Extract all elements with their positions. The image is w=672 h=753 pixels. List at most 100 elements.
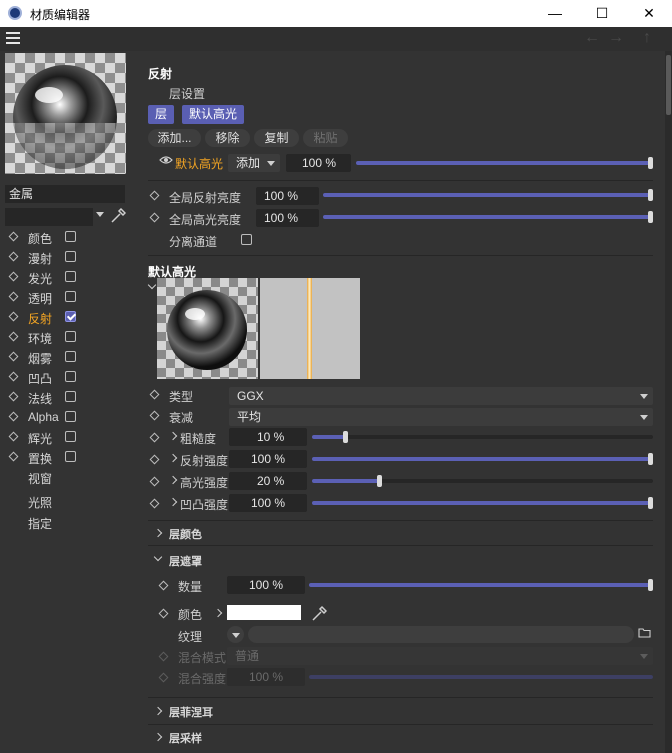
arrow-right-icon[interactable]: → <box>608 29 624 47</box>
keyframe-diamond-icon[interactable] <box>8 371 19 382</box>
keyframe-diamond-icon[interactable] <box>8 411 19 422</box>
chevron-down-icon[interactable] <box>96 212 104 217</box>
channel-label[interactable]: 法线 <box>28 390 52 407</box>
folder-icon[interactable] <box>638 627 651 638</box>
reflection-strength-slider[interactable] <box>312 453 653 465</box>
channel-viewport[interactable]: 视窗 <box>28 470 52 487</box>
arrow-left-icon[interactable]: ← <box>584 29 600 47</box>
global-specular-slider[interactable] <box>323 211 653 223</box>
layer-name[interactable]: 默认高光 <box>175 155 223 172</box>
specular-strength-field[interactable]: 20 % <box>229 472 307 490</box>
keyframe-diamond-icon[interactable] <box>149 498 160 509</box>
section-title-layer-color[interactable]: 层颜色 <box>169 526 202 542</box>
global-specular-field[interactable]: 100 % <box>256 209 319 227</box>
reflection-strength-field[interactable]: 100 % <box>229 450 307 468</box>
layer-opacity-slider[interactable] <box>356 157 653 169</box>
channel-checkbox[interactable] <box>65 231 76 242</box>
keyframe-diamond-icon[interactable] <box>158 608 169 619</box>
channel-item[interactable]: 发光 <box>0 267 135 287</box>
chevron-right-icon[interactable] <box>168 431 178 441</box>
global-reflection-slider[interactable] <box>323 189 653 201</box>
keyframe-diamond-icon[interactable] <box>149 190 160 201</box>
color-swatch[interactable] <box>227 605 301 620</box>
add-layer-button[interactable]: 添加... <box>148 129 201 147</box>
channel-item[interactable]: 烟雾 <box>0 347 135 367</box>
attenuation-select[interactable]: 平均 <box>229 408 653 426</box>
channel-checkbox[interactable] <box>65 371 76 382</box>
keyframe-diamond-icon[interactable] <box>8 231 19 242</box>
channel-label[interactable]: Alpha <box>28 410 59 424</box>
bump-strength-field[interactable]: 100 % <box>229 494 307 512</box>
channel-label[interactable]: 辉光 <box>28 430 52 447</box>
paste-layer-button[interactable]: 粘贴 <box>303 129 348 147</box>
channel-label[interactable]: 烟雾 <box>28 350 52 367</box>
channel-label[interactable]: 发光 <box>28 270 52 287</box>
arrow-up-icon[interactable]: ↑ <box>643 29 651 47</box>
channel-checkbox[interactable] <box>65 351 76 362</box>
section-title-layer-sampling[interactable]: 层采样 <box>169 730 202 746</box>
chevron-right-icon[interactable] <box>168 475 178 485</box>
channel-label[interactable]: 凹凸 <box>28 370 52 387</box>
channel-illumination[interactable]: 光照 <box>28 494 52 511</box>
channel-checkbox[interactable] <box>65 411 76 422</box>
material-preview[interactable] <box>5 53 126 174</box>
scrollbar[interactable] <box>665 51 672 753</box>
channel-checkbox[interactable] <box>65 451 76 462</box>
keyframe-diamond-icon[interactable] <box>8 311 19 322</box>
keyframe-diamond-icon[interactable] <box>8 351 19 362</box>
channel-item[interactable]: 环境 <box>0 327 135 347</box>
close-button[interactable]: ✕ <box>626 0 672 27</box>
chevron-down-icon[interactable] <box>153 552 163 562</box>
eyedropper-icon[interactable] <box>311 604 328 622</box>
keyframe-diamond-icon[interactable] <box>8 251 19 262</box>
channel-item[interactable]: 法线 <box>0 387 135 407</box>
channel-checkbox[interactable] <box>65 291 76 302</box>
chevron-right-icon[interactable] <box>168 497 178 507</box>
roughness-field[interactable]: 10 % <box>229 428 307 446</box>
tab-layer[interactable]: 层 <box>148 105 175 124</box>
texture-field[interactable] <box>248 626 634 643</box>
channel-checkbox[interactable] <box>65 331 76 342</box>
channel-checkbox[interactable] <box>65 431 76 442</box>
keyframe-diamond-icon[interactable] <box>8 391 19 402</box>
channel-label[interactable]: 颜色 <box>28 230 52 247</box>
channel-item[interactable]: 漫射 <box>0 247 135 267</box>
channel-item[interactable]: 透明 <box>0 287 135 307</box>
channel-label[interactable]: 反射 <box>28 310 52 327</box>
eye-icon[interactable] <box>159 155 173 165</box>
copy-layer-button[interactable]: 复制 <box>254 129 299 147</box>
chevron-down-icon[interactable] <box>147 280 157 290</box>
keyframe-diamond-icon[interactable] <box>149 454 160 465</box>
channel-checkbox[interactable] <box>65 311 76 322</box>
channel-item[interactable]: 辉光 <box>0 427 135 447</box>
chevron-right-icon[interactable] <box>168 453 178 463</box>
hamburger-icon[interactable] <box>6 32 20 44</box>
keyframe-diamond-icon[interactable] <box>8 431 19 442</box>
channel-item[interactable]: 凹凸 <box>0 367 135 387</box>
keyframe-diamond-icon[interactable] <box>8 291 19 302</box>
scrollbar-thumb[interactable] <box>666 55 671 115</box>
channel-checkbox[interactable] <box>65 251 76 262</box>
material-type-dropdown[interactable] <box>5 208 93 226</box>
keyframe-diamond-icon[interactable] <box>158 580 169 591</box>
amount-slider[interactable] <box>309 579 653 591</box>
bump-strength-slider[interactable] <box>312 497 653 509</box>
minimize-button[interactable]: — <box>532 0 578 27</box>
channel-item[interactable]: 反射 <box>0 307 135 327</box>
keyframe-diamond-icon[interactable] <box>8 331 19 342</box>
roughness-slider[interactable] <box>312 431 653 443</box>
keyframe-diamond-icon[interactable] <box>8 271 19 282</box>
material-name-field[interactable]: 金属 <box>5 185 125 203</box>
chevron-right-icon[interactable] <box>153 528 163 538</box>
chevron-right-icon[interactable] <box>213 608 223 618</box>
channel-label[interactable]: 环境 <box>28 330 52 347</box>
channel-label[interactable]: 透明 <box>28 290 52 307</box>
amount-field[interactable]: 100 % <box>227 576 305 594</box>
section-title-layer-mask[interactable]: 层遮罩 <box>169 553 202 569</box>
type-select[interactable]: GGX <box>229 387 653 405</box>
channel-item[interactable]: 置换 <box>0 447 135 467</box>
channel-assignment[interactable]: 指定 <box>28 515 52 532</box>
separate-pass-checkbox[interactable] <box>241 234 252 245</box>
global-reflection-field[interactable]: 100 % <box>256 187 319 205</box>
keyframe-diamond-icon[interactable] <box>149 410 160 421</box>
